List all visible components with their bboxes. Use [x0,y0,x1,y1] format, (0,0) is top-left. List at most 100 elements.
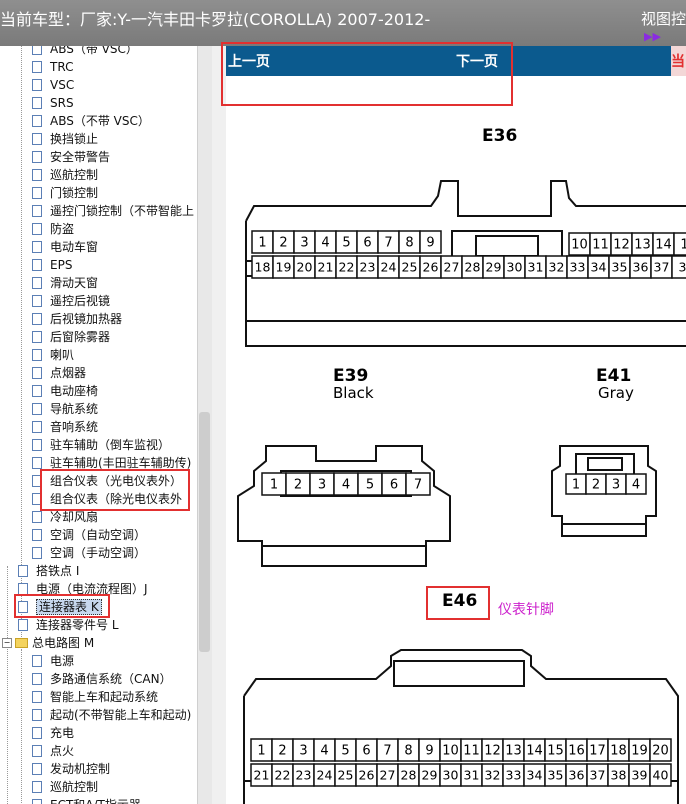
tree-item[interactable]: 搭铁点 I [18,562,79,580]
scrollbar-thumb[interactable] [199,412,210,652]
tree-item[interactable]: 空调（自动空调） [32,526,146,544]
pin-number: 13 [505,744,522,759]
tree-item[interactable]: 智能上车和起动系统 [32,688,158,706]
tree-item[interactable]: 后窗除雾器 [32,328,110,346]
pin-cell: 1 [251,230,274,254]
pin-cell: 31 [524,255,547,279]
pin-cell: 29 [482,255,505,279]
tree-item[interactable]: 发动机控制 [32,760,110,778]
tree-item-label: 换挡锁止 [50,132,99,146]
tree-item[interactable]: 充电 [32,724,74,742]
tree-item[interactable]: 换挡锁止 [32,130,98,148]
pin-number: 8 [404,744,412,759]
tree-item-label: 空调（自动空调） [50,528,147,542]
pin-cell: 4 [333,472,359,496]
document-icon [32,204,42,217]
highlight-nav-box [221,42,513,106]
document-icon [32,798,42,804]
tree-item[interactable]: − 总电路图 M [2,634,94,652]
tree-item[interactable]: 导航系统 [32,400,98,418]
tree-item[interactable]: 遥控后视镜 [32,292,110,310]
tree-item[interactable]: 音响系统 [32,418,98,436]
tree-item[interactable]: 安全带警告 [32,148,110,166]
nav-right-stub[interactable]: 当 [671,46,686,76]
pin-cell: 36 [629,255,652,279]
tree-item-label: ABS（不带 VSC） [50,114,150,128]
pin-cell: 22 [271,763,294,787]
tree-item[interactable]: 门锁控制 [32,184,98,202]
document-icon [18,582,28,595]
tree-item[interactable]: EPS [32,256,72,274]
tree-item[interactable]: 电动座椅 [32,382,98,400]
tree-item[interactable]: 喇叭 [32,346,74,364]
pin-number: 22 [275,768,291,783]
document-icon [32,726,42,739]
pin-number: 28 [401,768,417,783]
document-icon [32,402,42,415]
pin-cell: 3 [671,255,686,279]
pin-number: 36 [569,768,585,783]
tree-item[interactable]: 巡航控制 [32,778,98,796]
tree-item[interactable]: 遥控门锁控制（不带智能上 [32,202,194,220]
pin-cell: 4 [314,230,337,254]
document-icon [32,780,42,793]
tree-item[interactable]: 后视镜加热器 [32,310,122,328]
tree-item[interactable]: 连接器零件号 L [18,616,119,634]
document-icon [32,78,42,91]
tree-item[interactable]: 滑动天窗 [32,274,98,292]
pin-cell: 21 [250,763,273,787]
pin-number: 18 [255,260,271,275]
pin-number: 34 [527,768,543,783]
play-icon[interactable]: ▶▶ [644,30,661,43]
pin-number: 4 [342,478,350,493]
pin-number: 26 [359,768,375,783]
pin-cell: 2 [271,738,294,762]
pin-cell: 3 [292,738,315,762]
document-icon [32,222,42,235]
pin-cell: 35 [608,255,631,279]
tree-item[interactable]: 电源 [32,652,74,670]
tree-guide-line [21,46,22,641]
pin-number: 23 [360,260,376,275]
tree-panel[interactable]: ABS（带 VSC） TRC VSC SRS ABS（不带 VSC） 换挡锁止 安全带警告巡… [0,46,197,804]
pin-number: 20 [297,260,313,275]
tree-item[interactable]: 起动(不带智能上车和起动) [32,706,191,724]
tree-item[interactable]: 多路通信系统（CAN） [32,670,172,688]
pin-number: 4 [320,744,328,759]
pin-number: 23 [296,768,312,783]
pin-number: 37 [590,768,606,783]
document-icon [18,618,28,631]
tree-item[interactable]: 点烟器 [32,364,86,382]
tree-item[interactable]: SRS [32,94,74,112]
tree-item[interactable]: 防盗 [32,220,74,238]
pin-cell: 3 [293,230,316,254]
pin-number: 22 [339,260,355,275]
collapse-icon[interactable]: − [2,637,12,648]
document-icon [32,456,42,469]
tree-item[interactable]: ABS（不带 VSC） [32,112,150,130]
tree-item[interactable]: 空调（手动空调） [32,544,146,562]
tree-scrollbar[interactable] [197,46,212,804]
document-icon [32,132,42,145]
pin-cell: 25 [398,255,421,279]
view-control-label[interactable]: 视图控 [641,8,686,29]
pin-cell: 1 [673,232,686,256]
pin-number: 8 [405,236,413,251]
tree-item[interactable]: 点火 [32,742,74,760]
tree-item[interactable]: VSC [32,76,74,94]
pin-cell: 19 [272,255,295,279]
pin-number: 2 [294,478,302,493]
pin-number: 16 [568,744,585,759]
pin-cell: 15 [544,738,567,762]
connector-pins: 1 2 3 4 5 6 7 8 9 10 11 12 13 14 118 19 20 21 22 23 24 25 26 27… [250,230,686,787]
pin-cell: 23 [356,255,379,279]
tree-item[interactable]: TRC [32,58,73,76]
pin-cell: 24 [313,763,336,787]
tree-item[interactable]: 电动车窗 [32,238,98,256]
tree-item[interactable]: 驻车辅助（倒车监视） [32,436,170,454]
tree-item[interactable]: ABS（带 VSC） [32,46,138,58]
pin-number: 24 [317,768,333,783]
tree-item[interactable]: ECT和A/T指示器 [32,796,141,804]
document-icon [32,330,42,343]
tree-item[interactable]: 巡航控制 [32,166,98,184]
